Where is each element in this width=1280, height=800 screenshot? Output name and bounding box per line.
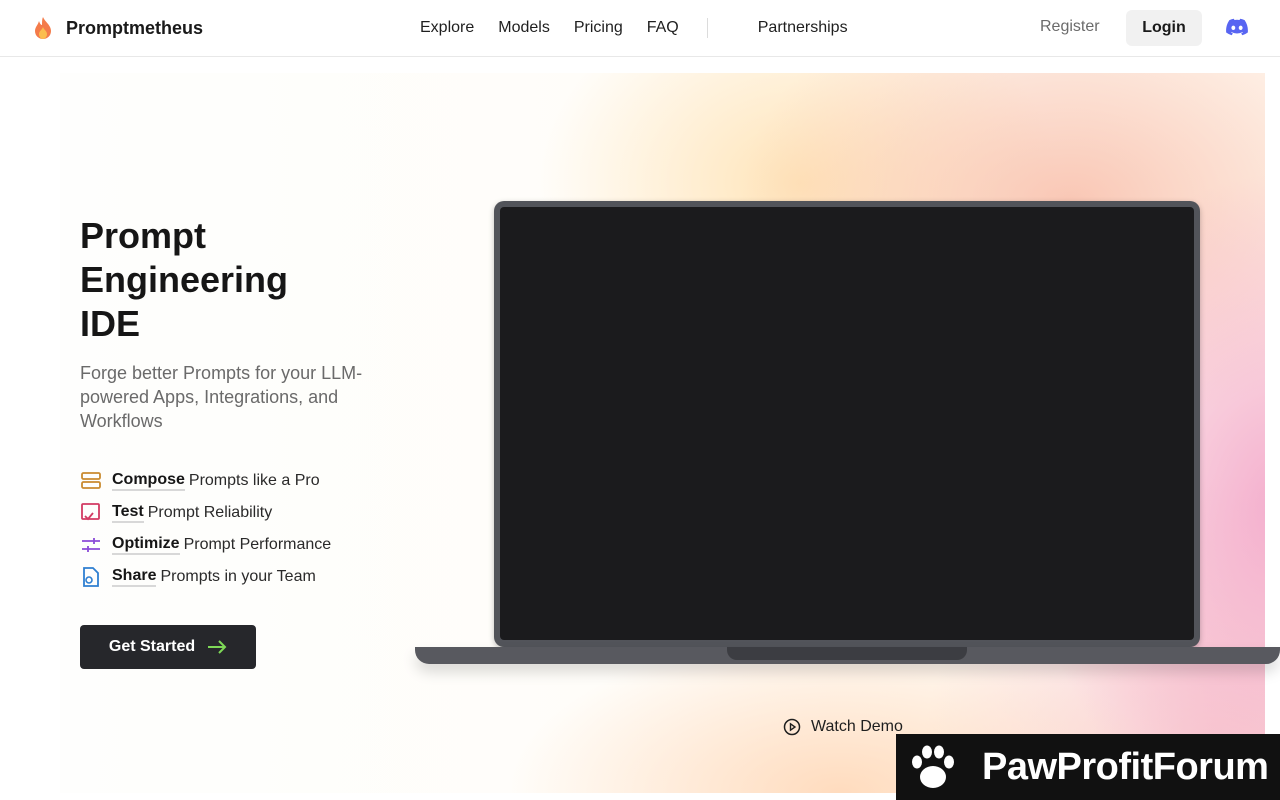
- watermark-text: PawProfitForum: [982, 745, 1269, 788]
- feature-bold: Test: [112, 503, 144, 523]
- laptop-notch: [727, 647, 967, 660]
- share-doc-icon: [83, 567, 99, 587]
- feature-item-optimize: Optimize Prompt Performance: [80, 529, 331, 561]
- get-started-label: Get Started: [108, 638, 196, 655]
- login-button[interactable]: Login: [1126, 10, 1202, 46]
- feature-text: Prompt Performance: [183, 536, 332, 553]
- arrow-right-icon: [208, 640, 227, 654]
- nav-partnerships[interactable]: Partnerships: [758, 19, 848, 37]
- test-check-icon: [81, 503, 100, 521]
- hero-subtitle: Forge better Prompts for your LLM-powere…: [80, 363, 363, 431]
- flame-logo-icon: [35, 17, 51, 39]
- nav-faq[interactable]: FAQ: [647, 19, 679, 37]
- hero-title-line: IDE: [80, 303, 141, 344]
- nav-models[interactable]: Models: [498, 19, 550, 37]
- brand-logo-link[interactable]: Promptmetheus: [32, 16, 203, 40]
- paw-icon: [912, 745, 954, 788]
- main-nav: Explore Models Pricing FAQ Partnerships: [420, 18, 848, 38]
- feature-bold: Optimize: [112, 535, 180, 555]
- feature-list: Compose Prompts like a Pro Test Prompt R…: [80, 465, 331, 593]
- nav-pricing[interactable]: Pricing: [574, 19, 623, 37]
- feature-item-test: Test Prompt Reliability: [80, 497, 331, 529]
- site-header: Promptmetheus Explore Models Pricing FAQ…: [0, 0, 1280, 57]
- nav-explore[interactable]: Explore: [420, 19, 474, 37]
- feature-text: Prompts like a Pro: [188, 472, 320, 489]
- hero-title-line: Engineering: [80, 259, 289, 300]
- stack-icon: [81, 472, 101, 489]
- feature-item-share: Share Prompts in your Team: [80, 561, 331, 593]
- feature-bold: Share: [112, 567, 157, 587]
- register-link[interactable]: Register: [1040, 18, 1100, 36]
- laptop-screen-video[interactable]: [500, 207, 1194, 640]
- feature-text: Prompts in your Team: [160, 568, 316, 585]
- feature-bold: Compose: [112, 471, 185, 491]
- get-started-button[interactable]: Get Started: [80, 625, 256, 669]
- watermark-banner: PawProfitForum: [896, 734, 1280, 800]
- watch-demo-label: Watch Demo: [811, 718, 903, 735]
- sliders-icon: [82, 538, 100, 552]
- play-circle-icon: [783, 718, 801, 736]
- nav-divider: [706, 18, 708, 38]
- feature-text: Prompt Reliability: [147, 504, 273, 521]
- brand-name: Promptmetheus: [66, 17, 204, 38]
- hero-title-line: Prompt: [80, 215, 206, 256]
- watch-demo-button[interactable]: Watch Demo: [783, 718, 903, 736]
- feature-item-compose: Compose Prompts like a Pro: [80, 465, 331, 497]
- discord-icon[interactable]: [1226, 18, 1248, 36]
- hero-title: Prompt Engineering IDE: [80, 214, 400, 346]
